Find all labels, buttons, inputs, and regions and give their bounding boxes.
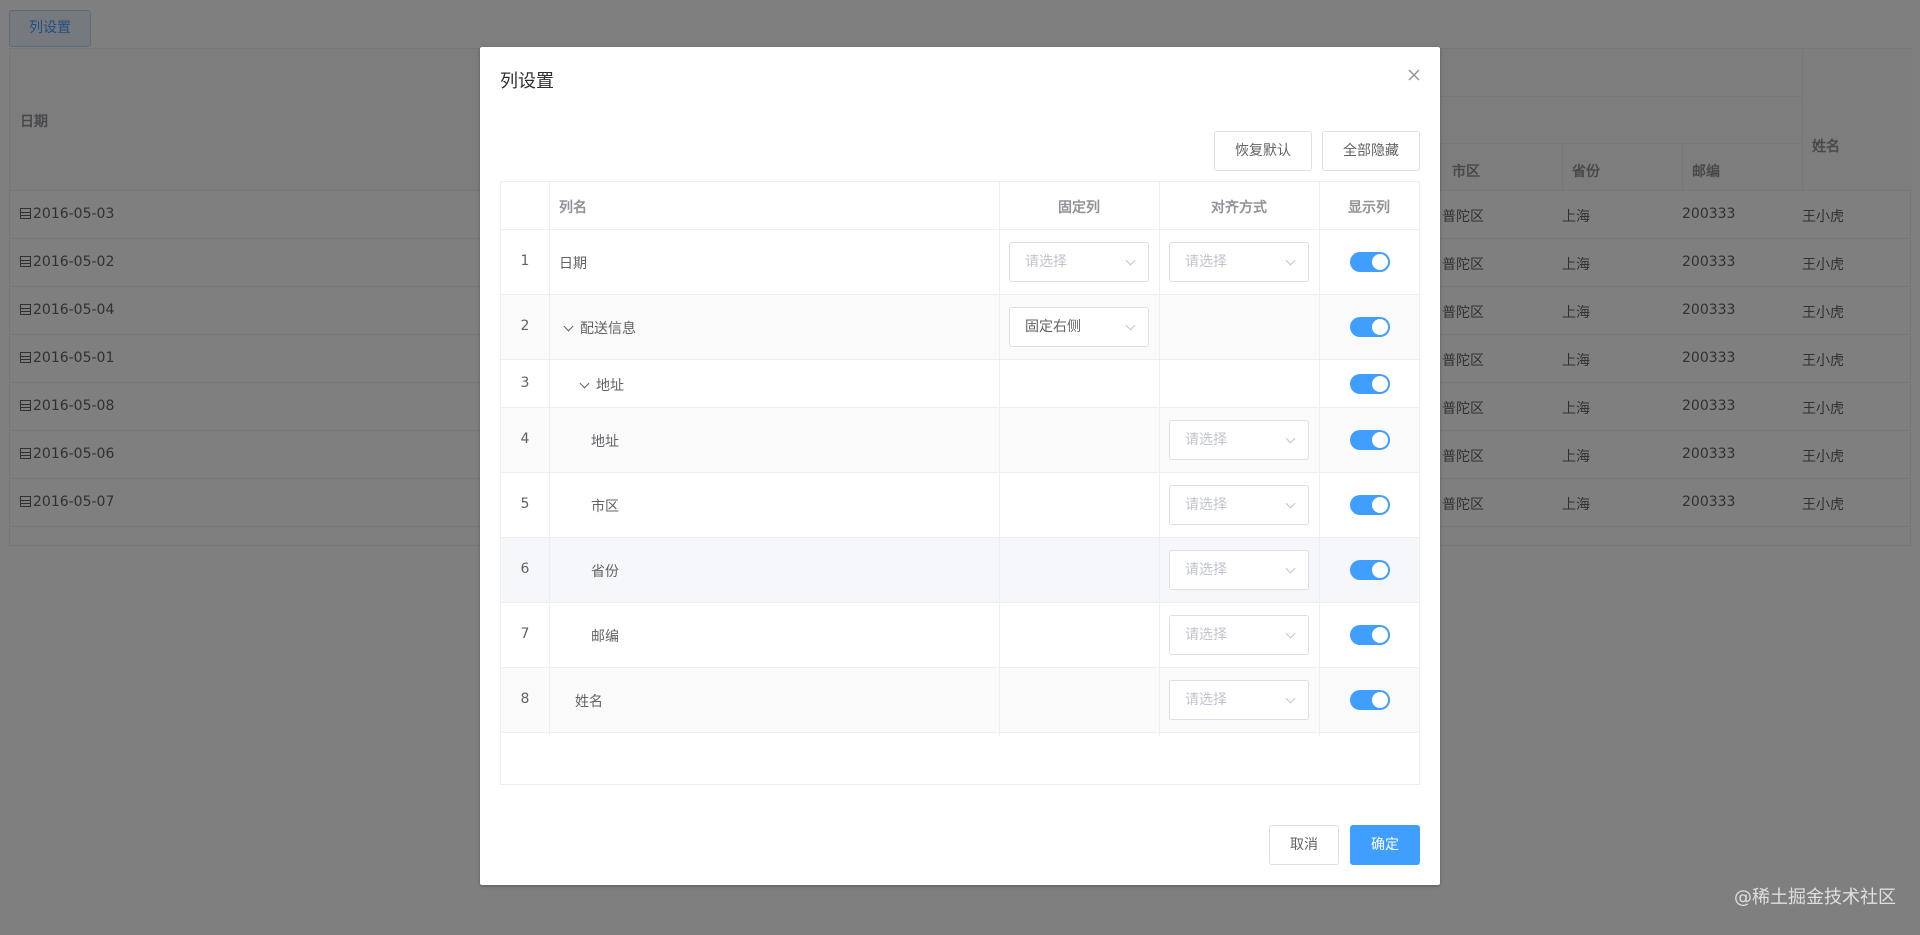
column-divider: [1319, 182, 1320, 736]
select-placeholder: 请选择: [1185, 497, 1227, 513]
select-placeholder: 请选择: [1185, 692, 1227, 708]
row-index: 1: [520, 253, 530, 269]
close-icon[interactable]: [1406, 67, 1422, 83]
select-placeholder: 请选择: [1185, 627, 1227, 643]
reset-default-button[interactable]: 恢复默认: [1214, 131, 1312, 171]
select-value: 固定右侧: [1025, 319, 1081, 335]
select-placeholder: 请选择: [1185, 562, 1227, 578]
align-select[interactable]: 请选择: [1169, 550, 1309, 590]
table-row: 1 日期 请选择 请选择: [501, 230, 1419, 295]
watermark: @稀土掘金技术社区: [1734, 887, 1896, 908]
row-index: 3: [520, 375, 530, 391]
header-visible: 显示列: [1348, 200, 1390, 216]
visible-switch[interactable]: [1350, 690, 1390, 710]
row-column-name: 姓名: [575, 694, 603, 710]
column-divider: [549, 182, 550, 736]
chevron-down-icon: [1285, 255, 1296, 266]
chevron-down-icon: [1285, 563, 1296, 574]
chevron-down-icon: [1285, 628, 1296, 639]
align-select[interactable]: 请选择: [1169, 680, 1309, 720]
align-select[interactable]: 请选择: [1169, 615, 1309, 655]
align-select[interactable]: 请选择: [1169, 485, 1309, 525]
chevron-down-icon: [1125, 255, 1136, 266]
row-column-name: 日期: [559, 256, 587, 272]
confirm-button[interactable]: 确定: [1350, 825, 1420, 865]
chevron-down-icon: [1285, 498, 1296, 509]
fixed-select[interactable]: 请选择: [1009, 242, 1149, 282]
visible-switch[interactable]: [1350, 430, 1390, 450]
visible-switch[interactable]: [1350, 374, 1390, 394]
fixed-select[interactable]: 固定右侧: [1009, 307, 1149, 347]
chevron-down-icon: [1285, 433, 1296, 444]
select-placeholder: 请选择: [1185, 432, 1227, 448]
row-column-name: 地址: [596, 378, 624, 394]
header-align: 对齐方式: [1211, 200, 1267, 216]
row-index: 2: [520, 318, 530, 334]
row-index: 4: [520, 431, 530, 447]
row-index: 6: [520, 561, 530, 577]
row-index: 8: [520, 691, 530, 707]
table-row: 3 地址: [501, 360, 1419, 408]
column-divider: [999, 182, 1000, 736]
table-row: 5 市区 请选择: [501, 473, 1419, 538]
dialog-title: 列设置: [500, 71, 554, 92]
header-fixed: 固定列: [1058, 200, 1100, 216]
chevron-down-icon[interactable]: [563, 321, 574, 332]
row-column-name: 邮编: [591, 629, 619, 645]
table-row: 6 省份 请选择: [501, 538, 1419, 603]
row-column-name: 市区: [591, 499, 619, 515]
table-header: 列名 固定列 对齐方式 显示列: [501, 182, 1419, 230]
column-settings-table: 列名 固定列 对齐方式 显示列 1 日期 请选择 请选择 2 配送信息 固定右侧…: [500, 181, 1420, 785]
align-select[interactable]: 请选择: [1169, 242, 1309, 282]
chevron-down-icon: [1285, 693, 1296, 704]
cancel-button[interactable]: 取消: [1269, 825, 1339, 865]
table-row: 2 配送信息 固定右侧: [501, 295, 1419, 360]
table-row: 8 姓名 请选择: [501, 668, 1419, 733]
column-settings-dialog: 列设置 恢复默认 全部隐藏 列名 固定列 对齐方式 显示列 1 日期 请选择 请…: [480, 47, 1440, 885]
visible-switch[interactable]: [1350, 317, 1390, 337]
chevron-down-icon[interactable]: [579, 378, 590, 389]
row-column-name: 地址: [591, 434, 619, 450]
visible-switch[interactable]: [1350, 252, 1390, 272]
row-index: 7: [520, 626, 530, 642]
row-column-name: 配送信息: [580, 321, 636, 337]
visible-switch[interactable]: [1350, 625, 1390, 645]
visible-switch[interactable]: [1350, 495, 1390, 515]
row-index: 5: [520, 496, 530, 512]
chevron-down-icon: [1125, 320, 1136, 331]
select-placeholder: 请选择: [1025, 254, 1067, 270]
column-divider: [1159, 182, 1160, 736]
table-row: 7 邮编 请选择: [501, 603, 1419, 668]
select-placeholder: 请选择: [1185, 254, 1227, 270]
hide-all-button[interactable]: 全部隐藏: [1322, 131, 1420, 171]
align-select[interactable]: 请选择: [1169, 420, 1309, 460]
row-column-name: 省份: [591, 564, 619, 580]
visible-switch[interactable]: [1350, 560, 1390, 580]
header-column-name: 列名: [559, 200, 587, 216]
table-row: 4 地址 请选择: [501, 408, 1419, 473]
